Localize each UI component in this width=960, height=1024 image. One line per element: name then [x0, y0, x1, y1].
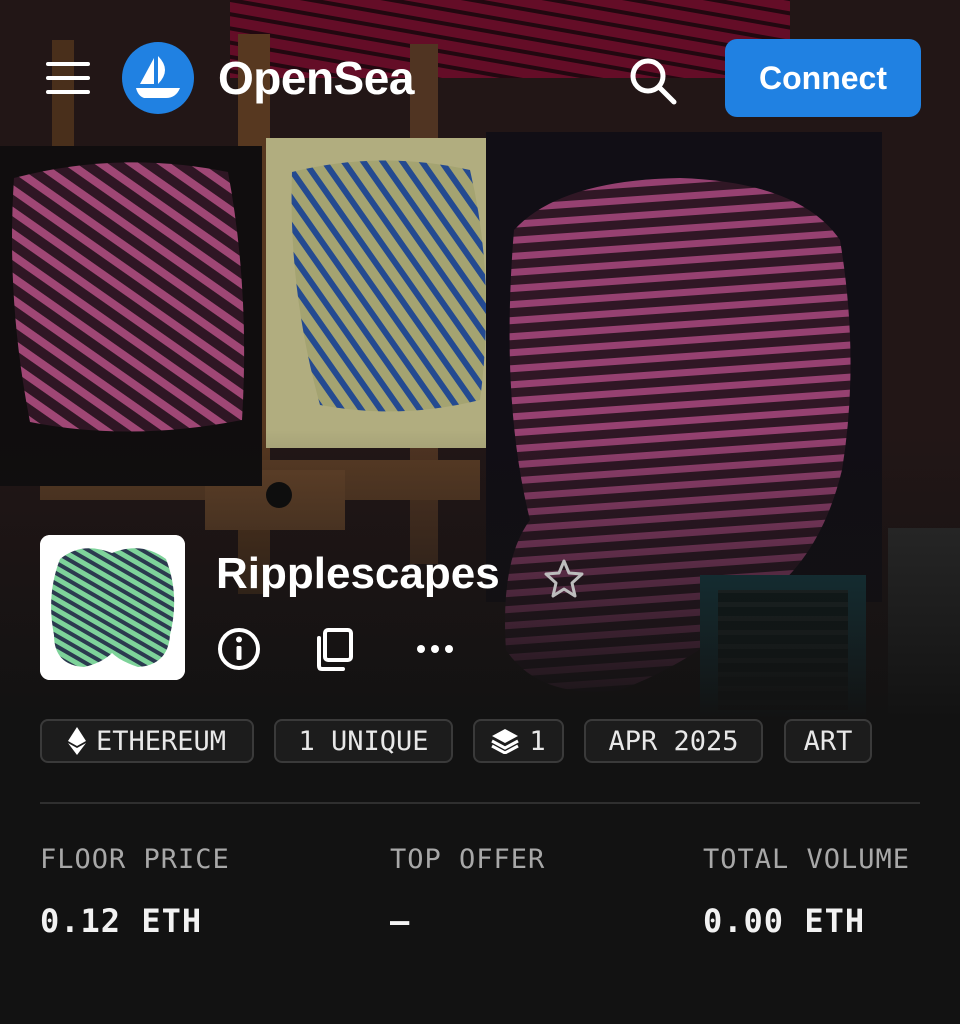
- collection-avatar-image: [40, 535, 185, 680]
- brand-name: OpenSea: [218, 52, 414, 104]
- floor-price-label: FLOOR PRICE: [40, 844, 230, 875]
- chip-label: ART: [803, 725, 853, 757]
- floor-price-value: 0.12 ETH: [40, 902, 203, 940]
- menu-bar: [46, 90, 90, 94]
- info-icon[interactable]: [216, 626, 262, 672]
- menu-bar: [46, 62, 90, 66]
- opensea-logo[interactable]: OpenSea: [122, 42, 414, 114]
- chip-chain[interactable]: ETHEREUM: [40, 719, 254, 763]
- collection-title: Ripplescapes: [216, 549, 500, 598]
- top-offer-value: –: [390, 902, 411, 940]
- favorite-star-icon[interactable]: [542, 556, 586, 600]
- opensea-ship-icon: [122, 42, 194, 114]
- total-volume-label: TOTAL VOLUME: [703, 844, 911, 875]
- chip-items[interactable]: 1: [473, 719, 564, 763]
- copy-icon[interactable]: [312, 626, 358, 672]
- total-volume-value: 0.00 ETH: [703, 902, 866, 940]
- chip-unique[interactable]: 1 UNIQUE: [274, 719, 453, 763]
- chip-label: ETHEREUM: [95, 725, 227, 757]
- ethereum-icon: [67, 727, 86, 755]
- chip-label: 1: [529, 725, 546, 757]
- hamburger-menu-icon[interactable]: [44, 58, 92, 98]
- menu-bar: [46, 76, 90, 80]
- connect-wallet-button[interactable]: Connect: [725, 39, 921, 117]
- chip-label: APR 2025: [608, 725, 739, 757]
- search-icon[interactable]: [626, 54, 680, 108]
- collection-avatar: [40, 535, 185, 680]
- more-options-icon[interactable]: [412, 626, 458, 672]
- divider: [40, 802, 920, 804]
- layers-icon: [491, 729, 520, 754]
- chip-date[interactable]: APR 2025: [584, 719, 763, 763]
- top-offer-label: TOP OFFER: [390, 844, 546, 875]
- chip-label: 1 UNIQUE: [298, 725, 429, 757]
- chip-category[interactable]: ART: [784, 719, 872, 763]
